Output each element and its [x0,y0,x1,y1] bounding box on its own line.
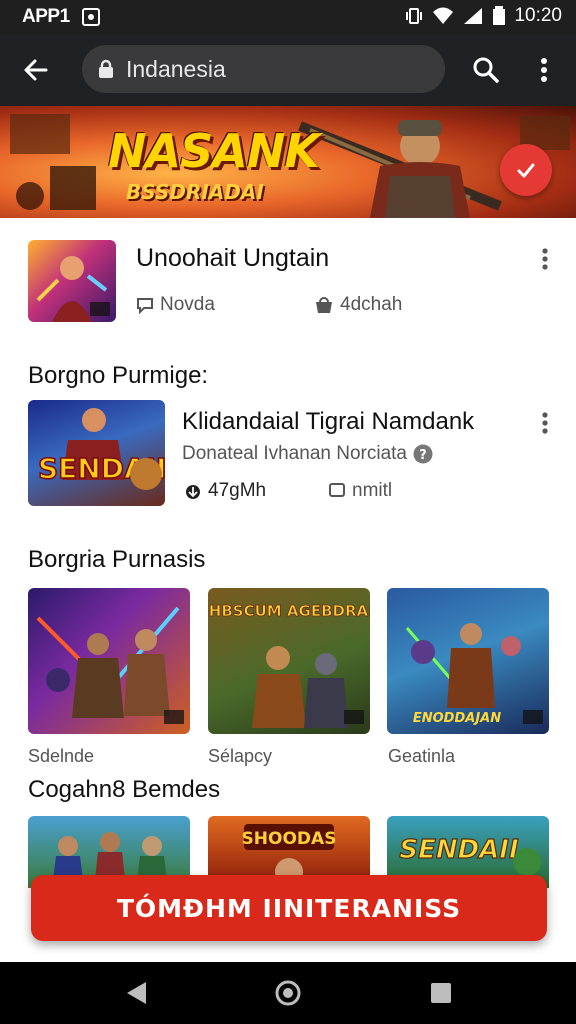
featured-meta-left-label: Novda [160,294,215,315]
banner-title: NASANK [108,124,320,178]
section1-item-title[interactable]: Klidandaial Tigrai Namdank [182,408,474,436]
section1-item-thumbnail[interactable]: SENDAII [28,400,165,506]
section2-card-1-label[interactable]: Sdelnde [28,746,94,767]
triangle-back-icon [127,982,146,1004]
nav-home-button[interactable] [271,976,305,1010]
section2-card-3[interactable]: ENODDAJAN [387,588,549,734]
featured-app-title[interactable]: Unoohait Ungtain [136,244,329,273]
banner-subtitle: BSSDRIADAI [126,180,264,204]
section3-card-2-art-text: SHOODAS [242,829,337,849]
verified-button[interactable] [500,144,552,196]
section1-item-stat-left-label: 47gMh [208,480,267,501]
clock: 10:20 [514,5,562,26]
carrier-label: APP1 [22,6,70,27]
system-nav-bar [0,962,576,1024]
signal-icon [464,8,483,24]
wifi-icon [433,7,454,24]
section2-card-1[interactable] [28,588,190,734]
featured-app-icon[interactable] [28,240,116,322]
section2-card-2-art: BHBSCUM AGEBDRAN [208,602,370,728]
featured-meta-right-label: 4dchah [340,294,403,315]
url-text: Indanesia [126,55,226,82]
primary-cta-button[interactable]: TÓMÐHM IINITERANISS [31,875,547,941]
vibrate-icon [406,8,423,24]
featured-meta-left: Novda [136,294,215,316]
back-button[interactable] [18,52,54,88]
bag-icon [316,297,332,313]
section2-card-3-label[interactable]: Geatinla [388,746,455,767]
section2-card-1-art [36,606,184,724]
section2-card-3-art-text: ENODDAJAN [413,711,501,726]
help-icon: ? [413,444,433,464]
search-icon [473,57,499,83]
section-title-2: Borgria Purnasis [28,546,206,573]
status-bar: APP1 10:20 [0,0,576,34]
section-title-1: Borgno Purmige: [28,362,209,389]
notification-icon [81,8,100,26]
featured-art [36,256,110,322]
section2-card-2[interactable]: BHBSCUM AGEBDRAN [208,588,370,734]
overflow-menu-button[interactable] [528,52,560,88]
battery-icon [493,6,506,25]
more-vert-icon [542,412,548,434]
square-recents-icon [431,983,451,1003]
nav-back-button[interactable] [119,976,153,1010]
section2-card-3-art: ENODDAJAN [405,623,543,726]
section1-item-art: SENDAII [37,408,165,490]
more-vert-icon [542,248,548,270]
section1-item-more-button[interactable] [533,408,557,438]
section3-card-3-art-text: SENDAII [399,835,519,865]
svg-text:?: ? [419,448,427,463]
screen-icon [329,483,345,497]
section1-item-stat-right-label: nmitl [352,480,393,501]
section1-item-stat-left: 47gMh [184,480,266,502]
more-vert-icon [541,58,547,82]
nav-recents-button[interactable] [424,976,458,1010]
section-title-3: Cogahn8 Bemdes [28,776,221,803]
featured-more-button[interactable] [533,244,557,274]
section1-item-subtitle: Donateal Ivhanan Norciata [182,443,407,464]
section2-card-2-label[interactable]: Sélapcy [208,746,272,767]
check-icon [517,163,535,178]
circle-home-icon [275,980,301,1006]
hero-banner[interactable]: NASANK BSSDRIADAI [0,106,576,218]
arrow-left-icon [24,59,48,81]
search-button[interactable] [468,52,504,88]
lock-icon [98,59,114,79]
chat-icon [137,298,153,314]
section2-card-2-art-text: BHBSCUM AGEBDRAN [208,602,370,620]
section1-item-stat-right: nmitl [328,480,392,502]
browser-toolbar: Indanesia [0,34,576,106]
section1-item-subtitle-row: Donateal Ivhanan Norciata ? [182,443,433,465]
download-icon [186,485,200,499]
address-bar[interactable]: Indanesia [82,45,445,93]
featured-meta-right: 4dchah [314,294,402,316]
